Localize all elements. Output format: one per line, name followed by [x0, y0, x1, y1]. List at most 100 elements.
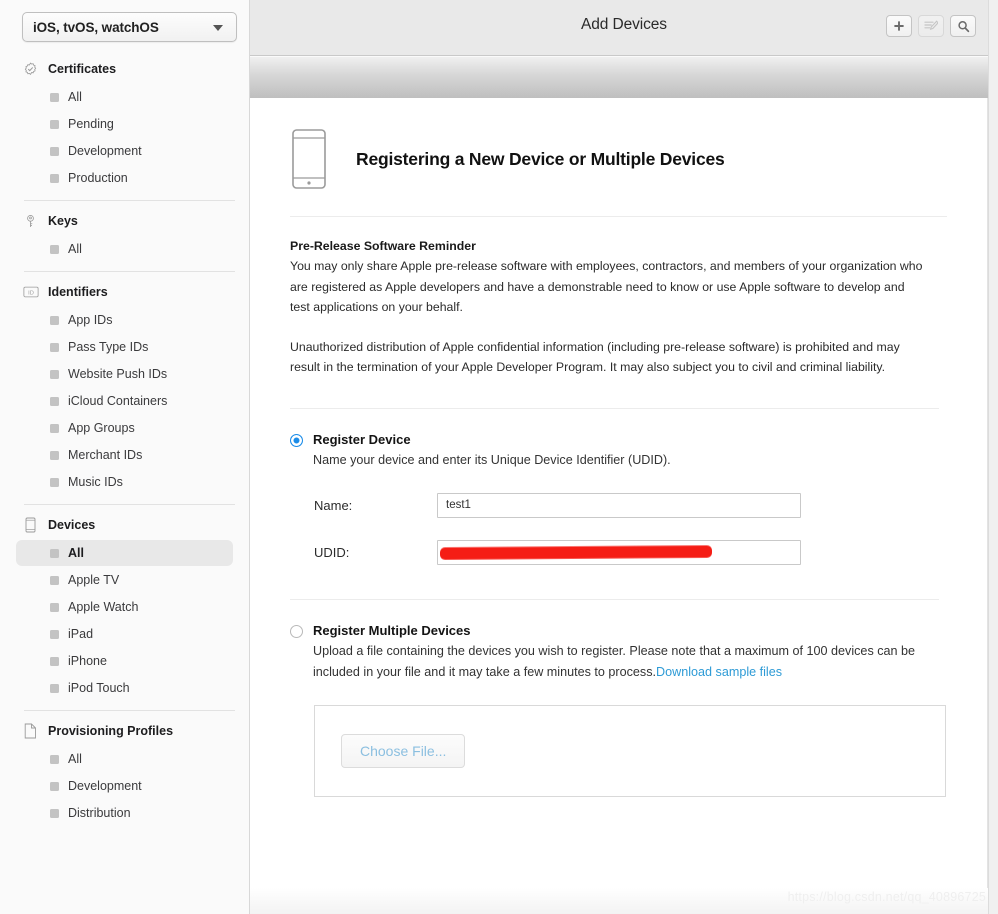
- add-button[interactable]: [886, 15, 912, 37]
- nav-section-keys: Keys All: [0, 210, 249, 262]
- sidebar-item-label: iPad: [68, 627, 94, 641]
- udid-input[interactable]: [437, 539, 801, 565]
- section-header-certificates[interactable]: Certificates: [14, 58, 235, 80]
- id-badge-icon: ID: [22, 284, 39, 301]
- plus-icon: [893, 20, 905, 32]
- bullet-icon: [50, 244, 59, 254]
- register-device-option[interactable]: Register Device Name your device and ent…: [290, 431, 947, 471]
- section-header-keys[interactable]: Keys: [14, 210, 235, 232]
- sidebar-item-ipod-touch[interactable]: iPod Touch: [16, 675, 233, 701]
- bullet-icon: [50, 575, 59, 585]
- choose-file-button[interactable]: Choose File...: [341, 733, 466, 768]
- nav-section-provisioning-profiles: Provisioning Profiles All Development Di…: [0, 720, 249, 826]
- section-title: Keys: [48, 214, 78, 228]
- section-title: Provisioning Profiles: [48, 724, 174, 738]
- file-dropzone[interactable]: Choose File...: [314, 704, 946, 797]
- sidebar-item-apple-watch[interactable]: Apple Watch: [16, 594, 233, 620]
- svg-text:ID: ID: [28, 290, 34, 296]
- register-multiple-option[interactable]: Register Multiple Devices Upload a file …: [290, 622, 947, 683]
- search-icon: [957, 20, 970, 33]
- download-sample-files-link[interactable]: Download sample files: [656, 665, 782, 679]
- bullet-icon: [50, 808, 59, 818]
- bullet-icon: [50, 369, 59, 379]
- platform-select[interactable]: iOS, tvOS, watchOS: [22, 12, 237, 42]
- sidebar-item-profiles-development[interactable]: Development: [16, 773, 233, 799]
- bullet-icon: [50, 602, 59, 612]
- section-header-provisioning-profiles[interactable]: Provisioning Profiles: [14, 720, 235, 742]
- section-title: Certificates: [48, 62, 117, 76]
- sidebar-item-certificates-all[interactable]: All: [16, 84, 233, 110]
- bullet-icon: [50, 423, 59, 433]
- sidebar-item-label: Music IDs: [68, 475, 123, 489]
- sidebar-item-keys-all[interactable]: All: [16, 236, 233, 262]
- sidebar-nav: Certificates All Pending Development Pro…: [0, 58, 249, 826]
- sidebar-item-certificates-production[interactable]: Production: [16, 165, 233, 191]
- sidebar-item-label: Merchant IDs: [68, 448, 143, 462]
- sidebar-item-label: iPod Touch: [68, 681, 130, 695]
- sidebar-item-label: Distribution: [68, 806, 131, 820]
- notice-heading: Pre-Release Software Reminder: [290, 239, 476, 253]
- search-button[interactable]: [950, 15, 976, 37]
- header-actions: [886, 15, 976, 37]
- notice-paragraph-2: Unauthorized distribution of Apple confi…: [290, 339, 900, 375]
- bullet-icon: [50, 683, 59, 693]
- section-header-identifiers[interactable]: ID Identifiers: [14, 281, 235, 303]
- device-phone-outline-icon: [290, 128, 328, 190]
- bullet-icon: [50, 146, 59, 156]
- sidebar-item-ipad[interactable]: iPad: [16, 621, 233, 647]
- sidebar-item-app-ids[interactable]: App IDs: [16, 307, 233, 333]
- divider: [24, 504, 235, 505]
- nav-section-certificates: Certificates All Pending Development Pro…: [0, 58, 249, 191]
- sidebar-item-app-groups[interactable]: App Groups: [16, 415, 233, 441]
- register-multiple-description-text: Upload a file containing the devices you…: [313, 643, 916, 679]
- sidebar-item-label: All: [68, 90, 82, 104]
- main-content: Registering a New Device or Multiple Dev…: [250, 98, 988, 914]
- section-title: Identifiers: [48, 285, 108, 299]
- toolbar-strip: [250, 57, 988, 98]
- sidebar-item-iphone[interactable]: iPhone: [16, 648, 233, 674]
- sidebar-item-certificates-pending[interactable]: Pending: [16, 111, 233, 137]
- bullet-icon: [50, 781, 59, 791]
- sidebar-item-label: Apple Watch: [68, 600, 139, 614]
- bullet-icon: [50, 477, 59, 487]
- bullet-icon: [50, 754, 59, 764]
- nav-section-devices: Devices All Apple TV Apple Watch iPad iP…: [0, 514, 249, 701]
- name-field-row: Name: test1: [290, 492, 947, 518]
- edit-button[interactable]: [918, 15, 944, 37]
- bullet-icon: [50, 173, 59, 183]
- notice-paragraph-1: You may only share Apple pre-release sof…: [290, 259, 923, 314]
- divider: [24, 271, 235, 272]
- redaction-overlay: [439, 545, 713, 559]
- sidebar-item-website-push-ids[interactable]: Website Push IDs: [16, 361, 233, 387]
- section-header-devices[interactable]: Devices: [14, 514, 235, 536]
- register-multiple-radio[interactable]: [290, 624, 303, 638]
- sidebar: iOS, tvOS, watchOS Certificates All Pend…: [0, 0, 250, 914]
- register-device-radio[interactable]: [290, 433, 303, 447]
- sidebar-item-label: Website Push IDs: [68, 367, 168, 381]
- divider: [24, 200, 235, 201]
- sidebar-item-label: App IDs: [68, 313, 113, 327]
- name-label: Name:: [314, 497, 353, 513]
- sidebar-item-icloud-containers[interactable]: iCloud Containers: [16, 388, 233, 414]
- sidebar-item-profiles-distribution[interactable]: Distribution: [16, 800, 233, 826]
- register-multiple-section: Register Multiple Devices Upload a file …: [250, 600, 987, 797]
- bullet-icon: [50, 548, 59, 558]
- right-gutter: [988, 0, 998, 914]
- sidebar-item-pass-type-ids[interactable]: Pass Type IDs: [16, 334, 233, 360]
- name-input[interactable]: test1: [437, 492, 801, 518]
- sidebar-item-music-ids[interactable]: Music IDs: [16, 469, 233, 495]
- sidebar-item-label: Pass Type IDs: [68, 340, 149, 354]
- register-device-title: Register Device: [313, 431, 411, 447]
- chevron-down-icon: [213, 25, 223, 31]
- bullet-icon: [50, 342, 59, 352]
- bullet-icon: [50, 396, 59, 406]
- udid-label: UDID:: [314, 544, 350, 560]
- sidebar-item-merchant-ids[interactable]: Merchant IDs: [16, 442, 233, 468]
- sidebar-item-certificates-development[interactable]: Development: [16, 138, 233, 164]
- sidebar-item-profiles-all[interactable]: All: [16, 746, 233, 772]
- device-phone-icon: [22, 517, 39, 534]
- key-icon: [22, 213, 39, 230]
- sidebar-item-devices-all[interactable]: All: [16, 540, 233, 566]
- sidebar-item-label: All: [68, 242, 82, 256]
- sidebar-item-apple-tv[interactable]: Apple TV: [16, 567, 233, 593]
